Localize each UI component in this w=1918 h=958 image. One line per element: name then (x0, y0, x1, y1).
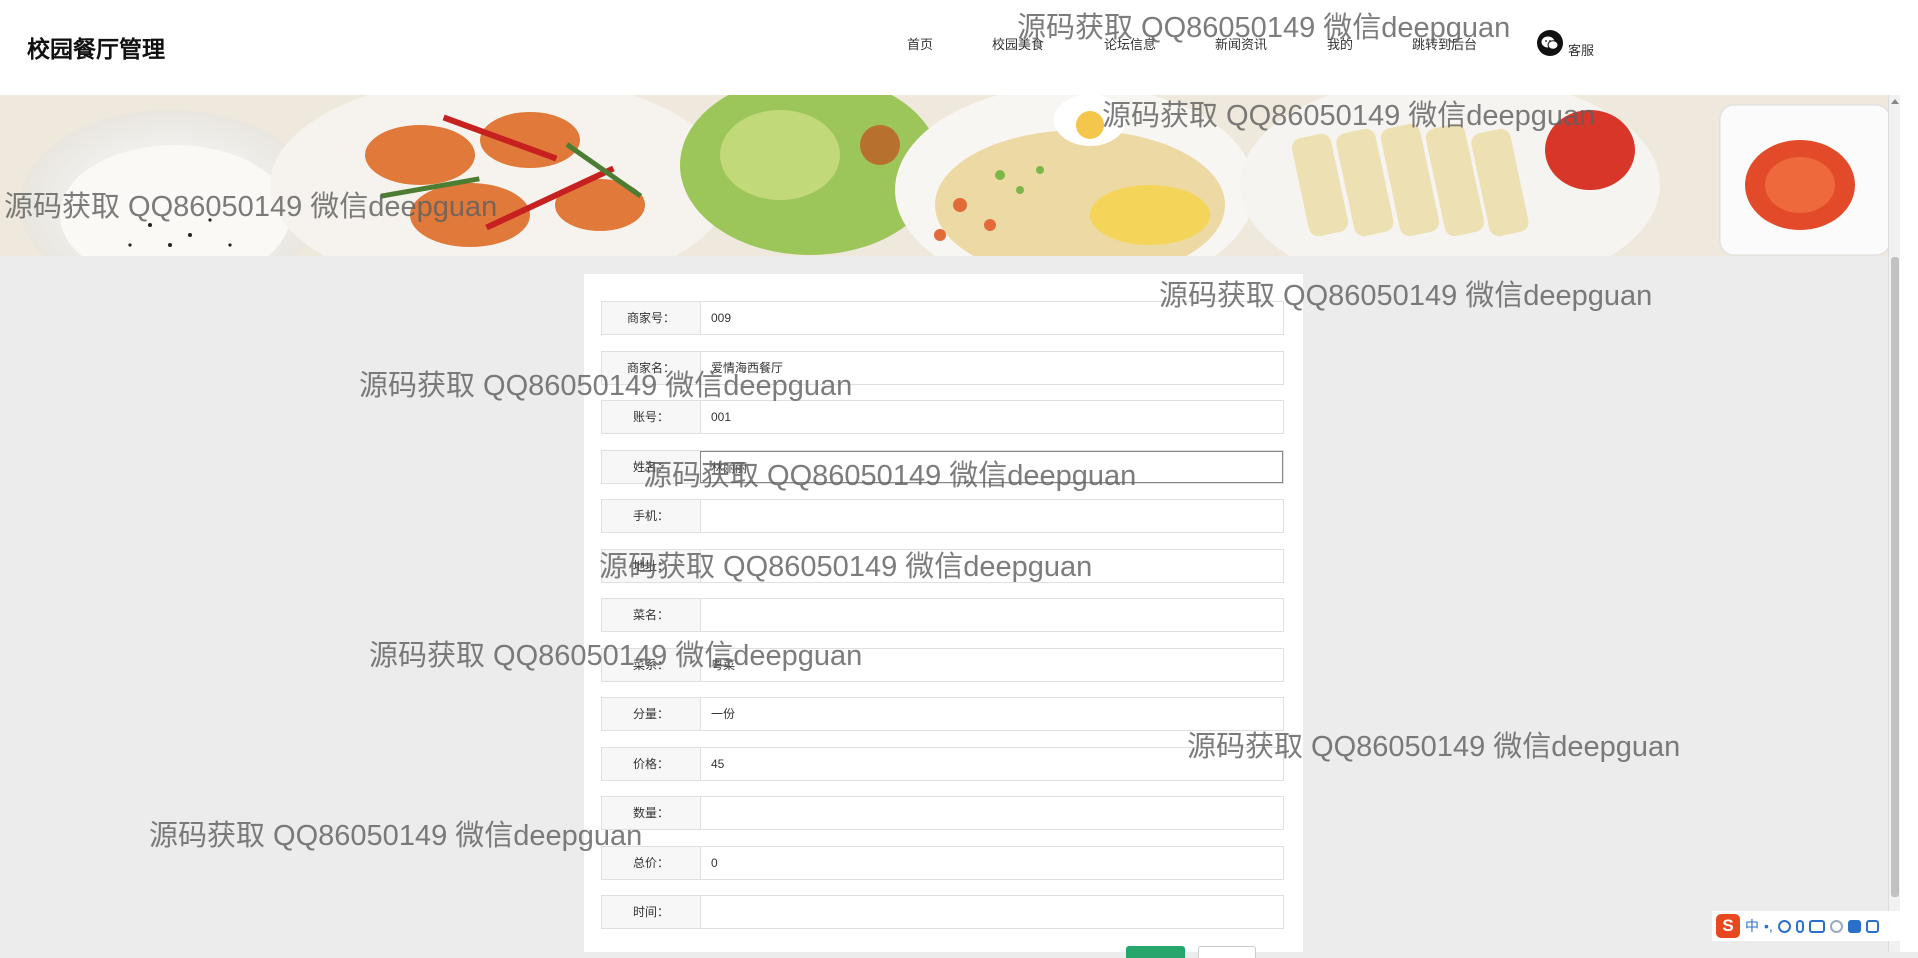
field-label: 数量： (632, 806, 669, 820)
price-input[interactable]: 45 (700, 748, 1283, 780)
nav-news[interactable]: 新闻资讯 (1215, 34, 1267, 53)
ime-toolbar[interactable]: S 中 •, (1712, 911, 1900, 941)
field-phone: 手机： (601, 499, 1284, 533)
wechat-icon[interactable] (1537, 30, 1563, 56)
field-label: 菜名： (632, 608, 669, 622)
field-time: 时间： (601, 895, 1284, 929)
scroll-thumb[interactable] (1891, 257, 1899, 897)
ime-mode-label[interactable]: 中 (1745, 916, 1759, 936)
field-merchant-no: 商家号： 009 (601, 301, 1284, 335)
phone-input[interactable] (700, 500, 1283, 532)
customer-service-link[interactable]: 客服 (1568, 40, 1594, 59)
field-label: 姓名： (632, 460, 669, 474)
nav-admin[interactable]: 跳转到后台 (1412, 34, 1477, 53)
nav-mine[interactable]: 我的 (1327, 34, 1353, 53)
field-label: 时间： (632, 905, 669, 919)
field-portion: 分量： 一份 (601, 697, 1284, 731)
user-icon[interactable] (1829, 919, 1843, 933)
portion-input[interactable]: 一份 (700, 698, 1283, 730)
field-label: 手机： (632, 509, 669, 523)
field-account: 账号： 001 (601, 400, 1284, 434)
total-input[interactable]: 0 (700, 847, 1283, 879)
main-nav: 首页 校园美食 论坛信息 新闻资讯 我的 跳转到后台 (0, 34, 1900, 58)
site-header: 校园餐厅管理 首页 校园美食 论坛信息 新闻资讯 我的 跳转到后台 客服 (0, 0, 1900, 95)
address-input[interactable] (700, 550, 1283, 582)
nav-campus-food[interactable]: 校园美食 (992, 34, 1044, 53)
ime-punct-label[interactable]: •, (1764, 918, 1773, 934)
scroll-up-arrow-icon[interactable] (1891, 99, 1899, 104)
ime-logo[interactable]: S (1716, 914, 1740, 938)
field-label: 总价： (632, 856, 669, 870)
window-edge (1900, 0, 1918, 952)
field-label: 地址： (632, 559, 669, 573)
field-total: 总价： 0 (601, 846, 1284, 880)
nav-forum[interactable]: 论坛信息 (1104, 34, 1156, 53)
food-banner (0, 95, 1888, 256)
reset-button[interactable] (1198, 946, 1256, 958)
field-label: 商家名： (626, 361, 675, 375)
field-name: 姓名： 林丽丽 (601, 450, 1284, 484)
field-label: 价格： (632, 757, 669, 771)
field-quantity: 数量： (601, 796, 1284, 830)
keyboard-icon[interactable] (1808, 919, 1825, 933)
nav-home[interactable]: 首页 (907, 34, 933, 53)
emoji-icon[interactable] (1777, 919, 1791, 933)
dish-name-input[interactable] (700, 599, 1283, 631)
cuisine-input[interactable]: 粤菜 (700, 649, 1283, 681)
field-label: 账号： (632, 410, 669, 424)
account-input[interactable]: 001 (700, 401, 1283, 433)
skin-icon[interactable] (1847, 919, 1861, 933)
order-form: 商家号： 009 商家名： 爱情海西餐厅 账号： 001 姓名： 林丽丽 手机：… (584, 274, 1303, 958)
submit-button[interactable] (1126, 946, 1185, 958)
merchant-no-input[interactable]: 009 (700, 302, 1283, 334)
field-dish-name: 菜名： (601, 598, 1284, 632)
merchant-name-input[interactable]: 爱情海西餐厅 (700, 352, 1283, 384)
microphone-icon[interactable] (1795, 919, 1804, 933)
field-cuisine: 菜系： 粤菜 (601, 648, 1284, 682)
field-price: 价格： 45 (601, 747, 1284, 781)
time-input[interactable] (700, 896, 1283, 928)
name-input[interactable]: 林丽丽 (700, 451, 1283, 483)
field-address: 地址： (601, 549, 1284, 583)
field-merchant-name: 商家名： 爱情海西餐厅 (601, 351, 1284, 385)
quantity-input[interactable] (700, 797, 1283, 829)
field-label: 菜系： (632, 658, 669, 672)
watermark: 源码获取 QQ86050149 微信deepguan (149, 820, 643, 852)
field-label: 商家号： (626, 311, 675, 325)
field-label: 分量： (632, 707, 669, 721)
grid-icon[interactable] (1865, 919, 1879, 933)
